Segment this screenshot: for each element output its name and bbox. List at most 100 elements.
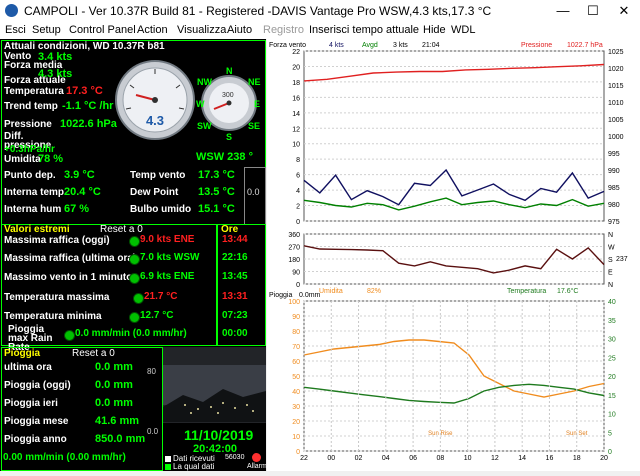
chart1-header-time: 21:04 <box>422 42 440 49</box>
extremes-header: Valori estremi <box>4 224 70 235</box>
ext-value-2: 6.9 kts ENE <box>140 271 195 282</box>
rain-value-3: 41.6 mm <box>95 415 140 427</box>
minimize-button[interactable]: — <box>548 0 578 22</box>
chart2-dir-value: 237 <box>616 256 628 263</box>
ext-indicator-0 <box>129 236 140 247</box>
alarm-indicator[interactable] <box>252 453 261 462</box>
compass-ne: NE <box>248 77 261 87</box>
ext-time-3: 13:31 <box>222 291 248 302</box>
legend-what-label: La qual dati <box>173 462 215 471</box>
bulbo-umido-label: Bulbo umido <box>130 204 192 215</box>
chart2-left-tick: 360 <box>288 232 300 239</box>
ext-time-2: 13:45 <box>222 271 248 282</box>
pressione-value: 1022.6 hPa <box>60 118 117 130</box>
ext-indicator-4 <box>129 312 140 323</box>
chart1-header-label: Forza vento <box>269 42 306 49</box>
ext-value-4: 12.7 °C <box>140 310 174 321</box>
chart3-right-tick: 40 <box>608 299 616 306</box>
chart1-header-press-value: 1022.7 hPa <box>567 42 603 49</box>
chart1-right-tick: 1010 <box>608 100 624 107</box>
rain-header: Pioggia <box>4 348 41 359</box>
chart1-left-tick: 14 <box>292 111 300 118</box>
webcam-date: 11/10/2019 <box>184 427 254 443</box>
rain-label-0: ultima ora <box>4 362 52 373</box>
chart2-right-tick: E <box>608 270 613 277</box>
alarm-label: Allarm <box>247 463 267 470</box>
chart3-right-tick: 35 <box>608 318 616 325</box>
trend-temp-value: -1.1 °C /hr <box>62 100 114 112</box>
compass-se: SE <box>248 121 260 131</box>
interna-hum-label: Interna hum <box>4 204 62 215</box>
menu-action[interactable]: Action <box>137 24 168 36</box>
chart3-left-tick: 20 <box>292 419 300 426</box>
chart3-left-tick: 100 <box>288 299 300 306</box>
extremes-reset-label[interactable]: Reset a 0 <box>100 224 143 235</box>
menu-setup[interactable]: Setup <box>32 24 61 36</box>
chart1-left-tick: 16 <box>292 95 300 102</box>
chart2-right-tick: N <box>608 232 613 239</box>
ext-indicator-3 <box>133 293 144 304</box>
chart3-left-tick: 50 <box>292 374 300 381</box>
ext-time-5: 00:00 <box>222 328 248 339</box>
ext-label-4: Temperatura minima <box>4 311 102 322</box>
scale-top: 80 <box>147 367 156 376</box>
chart3-right-tick: 15 <box>608 393 616 400</box>
menu-aiuto[interactable]: Aiuto <box>227 24 252 36</box>
menu-registro: Registro <box>263 24 304 36</box>
compass-e: E <box>254 99 260 109</box>
chart3-left-tick: 30 <box>292 404 300 411</box>
side-gauge-value: 0.0 <box>247 187 260 197</box>
chart1-header-kts1: 4 kts <box>329 42 344 49</box>
interna-hum-value: 67 % <box>64 203 90 215</box>
dew-point-value: 13.5 °C <box>198 186 235 198</box>
chart3-left-tick: 40 <box>292 389 300 396</box>
menu-hide[interactable]: Hide <box>423 24 446 36</box>
chart2-left-tick: 180 <box>288 257 300 264</box>
chart1-header-avg: Avgd <box>362 42 378 49</box>
chart1-left-tick: 18 <box>292 80 300 87</box>
chart3-x-tick: 04 <box>382 455 390 462</box>
punto-dep-value: 3.9 °C <box>64 169 95 181</box>
temperatura-value: 17.3 °C <box>66 85 103 97</box>
chart2-umidita-label: Umidita <box>319 288 343 295</box>
rain-value-4: 850.0 mm <box>95 433 146 445</box>
legend-received-swatch <box>165 456 171 462</box>
gauge-speed-value: 4.3 <box>146 113 164 128</box>
chart3-right-tick: 10 <box>608 412 616 419</box>
chart2-umidita-value: 82% <box>367 288 381 295</box>
chart3-x-tick: 22 <box>300 455 308 462</box>
webcam-panel: 80 0.0 11/10/2019 20:42:00 Dati ricevuti… <box>147 347 267 471</box>
menu-bar: Esci Setup Control Panel Action Visualiz… <box>0 22 640 39</box>
forza-attuale-label: Forza attuale <box>4 75 66 86</box>
rain-label-4: Pioggia anno <box>4 434 67 445</box>
compass-nw: NW <box>197 77 212 87</box>
chart2-left-tick: 0 <box>296 282 300 289</box>
left-panel: Attuali condizioni, WD 10.37R b81 Vento … <box>0 39 267 471</box>
interna-temp-label: Interna temp. <box>4 187 67 198</box>
chart2-right-tick: S <box>608 257 613 264</box>
menu-control-panel[interactable]: Control Panel <box>69 24 136 36</box>
chart2-left-tick: 90 <box>292 270 300 277</box>
rain-reset-label[interactable]: Reset a 0 <box>72 348 115 359</box>
menu-visualizza[interactable]: Visualizza <box>177 24 226 36</box>
compass-n: N <box>226 66 233 76</box>
legend-what-swatch <box>165 464 171 470</box>
menu-esci[interactable]: Esci <box>5 24 26 36</box>
chart3-x-tick: 06 <box>409 455 417 462</box>
ext-time-4: 07:23 <box>222 310 248 321</box>
chart2-temp-value: 17.6°C <box>557 287 578 295</box>
close-button[interactable]: ✕ <box>609 0 639 22</box>
chart3-x-tick: 00 <box>327 455 335 462</box>
app-icon <box>5 4 18 17</box>
menu-wdl[interactable]: WDL <box>451 24 475 36</box>
chart2-right-tick: N <box>608 282 613 289</box>
maximize-button[interactable]: ☐ <box>578 0 608 22</box>
chart3-header-value: 0.0mm <box>299 292 321 299</box>
chart2-right-tick: W <box>608 245 615 252</box>
chart3-right-tick: 0 <box>608 449 612 456</box>
chart3-x-tick: 18 <box>573 455 581 462</box>
menu-inserisci-tempo[interactable]: Inserisci tempo attuale <box>309 24 419 36</box>
ext-indicator-5 <box>64 330 75 341</box>
chart3-x-tick: 10 <box>464 455 472 462</box>
chart3-header-label: Pioggia <box>269 292 292 299</box>
